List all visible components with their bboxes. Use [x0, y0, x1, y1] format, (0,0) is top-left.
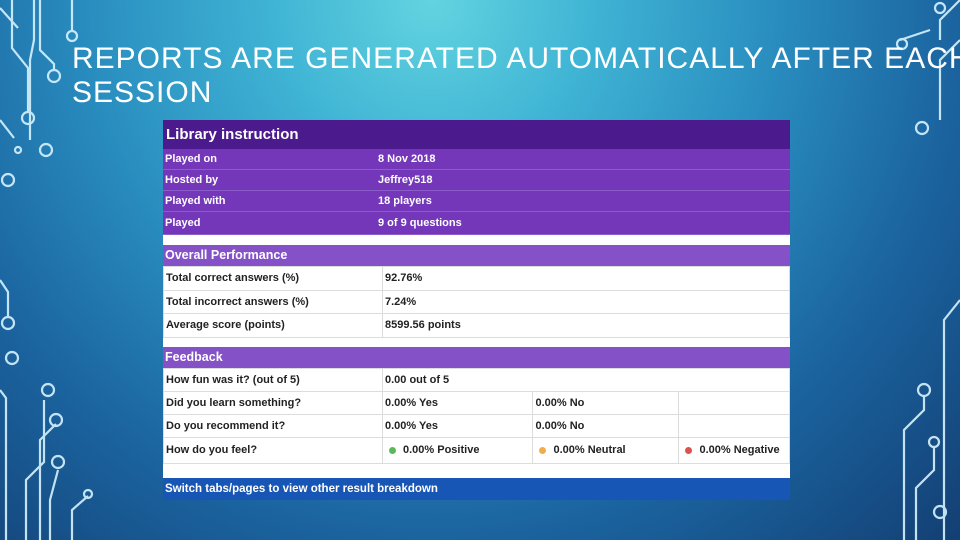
perf-label: Total incorrect answers (%): [163, 289, 383, 314]
feedback-heading: Feedback: [163, 346, 790, 368]
meta-value: 18 players: [376, 190, 790, 212]
report-screenshot: Library instruction Played on 8 Nov 2018…: [163, 120, 790, 500]
empty-cell: [678, 390, 790, 415]
feel-negative: 0.00% Negative: [697, 436, 790, 464]
table-row: Did you learn something? 0.00% Yes 0.00%…: [163, 390, 790, 415]
table-row: Played on 8 Nov 2018: [163, 149, 790, 170]
meta-value: 9 of 9 questions: [376, 211, 790, 235]
feedback-label: Do you recommend it?: [163, 413, 383, 438]
meta-value: 8 Nov 2018: [376, 149, 790, 170]
neutral-dot-icon: [538, 446, 546, 454]
feedback-label: Did you learn something?: [163, 390, 383, 415]
feedback-table: How fun was it? (out of 5) 0.00 out of 5…: [163, 367, 790, 464]
table-row: Total incorrect answers (%) 7.24%: [163, 289, 790, 314]
switch-tabs-hint: Switch tabs/pages to view other result b…: [163, 478, 790, 500]
spacer: [163, 235, 790, 245]
perf-label: Total correct answers (%): [163, 266, 383, 291]
learn-no: 0.00% No: [532, 390, 680, 415]
perf-value: 8599.56 points: [382, 313, 790, 338]
meta-label: Played with: [163, 190, 376, 212]
meta-label: Played on: [163, 149, 376, 170]
fun-value: 0.00 out of 5: [382, 367, 790, 392]
slide-title-line-2: SESSION: [72, 76, 213, 109]
feedback-label: How fun was it? (out of 5): [163, 367, 383, 392]
neutral-dot-cell: [532, 436, 552, 464]
table-row: Total correct answers (%) 92.76%: [163, 266, 790, 291]
report-title: Library instruction: [163, 120, 790, 149]
table-row: How do you feel? 0.00% Positive 0.00% Ne…: [163, 436, 790, 464]
table-row: Played with 18 players: [163, 190, 790, 212]
table-row: Hosted by Jeffrey518: [163, 169, 790, 191]
positive-dot-icon: [388, 446, 396, 454]
negative-dot-icon: [684, 446, 692, 454]
slide-title: REPORTS ARE GENERATED AUTOMATICALLY AFTE…: [72, 42, 960, 110]
learn-yes: 0.00% Yes: [381, 390, 534, 415]
recommend-yes: 0.00% Yes: [381, 413, 534, 438]
meta-value: Jeffrey518: [376, 169, 790, 191]
feedback-label: How do you feel?: [163, 436, 383, 464]
perf-label: Average score (points): [163, 313, 383, 338]
spacer: [163, 337, 790, 347]
slide-title-line-1: REPORTS ARE GENERATED AUTOMATICALLY AFTE…: [72, 42, 960, 75]
table-row: Average score (points) 8599.56 points: [163, 313, 790, 338]
meta-label: Hosted by: [163, 169, 376, 191]
empty-cell: [678, 413, 790, 438]
positive-dot-cell: [382, 436, 401, 464]
meta-label: Played: [163, 211, 376, 235]
report-meta-table: Played on 8 Nov 2018 Hosted by Jeffrey51…: [163, 149, 790, 235]
table-row: How fun was it? (out of 5) 0.00 out of 5: [163, 367, 790, 392]
feel-neutral: 0.00% Neutral: [551, 436, 680, 464]
overall-performance-heading: Overall Performance: [163, 245, 790, 266]
table-row: Do you recommend it? 0.00% Yes 0.00% No: [163, 413, 790, 438]
perf-value: 92.76%: [382, 266, 790, 291]
recommend-no: 0.00% No: [532, 413, 680, 438]
negative-dot-cell: [678, 436, 698, 464]
table-row: Played 9 of 9 questions: [163, 211, 790, 235]
overall-performance-table: Total correct answers (%) 92.76% Total i…: [163, 266, 790, 338]
feel-positive: 0.00% Positive: [401, 436, 534, 464]
perf-value: 7.24%: [382, 289, 790, 314]
